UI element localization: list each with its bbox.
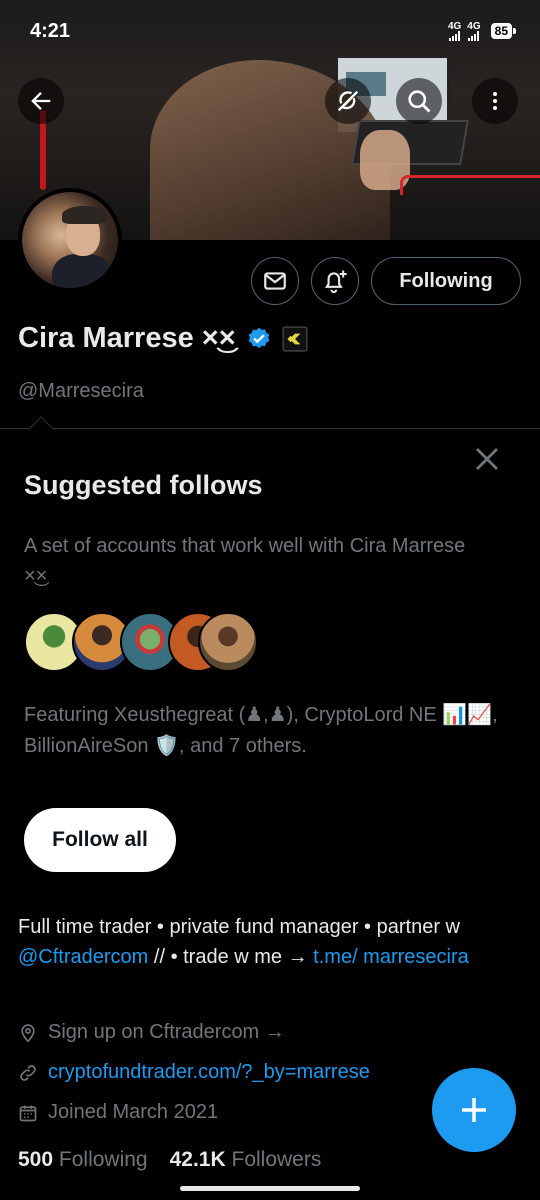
suggested-follows-title: Suggested follows (24, 470, 263, 500)
follow-all-button[interactable]: Follow all (24, 808, 176, 872)
battery-indicator: 85 (490, 23, 517, 39)
status-icons: 4G 4G 85 (448, 21, 517, 41)
message-button[interactable] (251, 257, 299, 305)
network-indicator-1: 4G (448, 21, 461, 41)
location-pin-icon (21, 1023, 35, 1043)
profile-stats: 500 Following 42.1K Followers (18, 1148, 321, 1172)
calendar-icon (19, 1105, 37, 1121)
search-button[interactable] (396, 78, 442, 124)
suggested-avatar[interactable] (198, 612, 258, 672)
caret-pointer (28, 416, 54, 442)
suggested-follows-description: A set of accounts that work well with Ci… (24, 535, 466, 587)
close-icon[interactable] (472, 444, 502, 474)
followers-count-link[interactable]: 42.1K Followers (170, 1148, 322, 1172)
more-button[interactable] (472, 78, 518, 124)
signal-icon (468, 30, 480, 41)
more-vertical-icon (493, 92, 497, 110)
profile-name: Cira Marrese ×͜× (18, 322, 236, 354)
profile-joined: Joined March 2021 (18, 1101, 218, 1124)
affiliate-badge-icon[interactable] (282, 326, 308, 352)
mail-icon (264, 272, 286, 290)
bio-telegram-link[interactable]: t.me/ marresecira (313, 946, 469, 968)
bio-mention-link[interactable]: @Cftradercom (18, 946, 148, 968)
status-time: 4:21 (30, 19, 71, 42)
verified-badge-icon[interactable] (246, 326, 272, 352)
search-icon (408, 90, 431, 113)
back-arrow-icon (31, 92, 51, 110)
compose-button[interactable] (432, 1068, 516, 1152)
website-link[interactable]: cryptofundtrader.com/?_by=marrese (48, 1061, 370, 1084)
back-button[interactable] (18, 78, 64, 124)
plus-icon (462, 1098, 486, 1122)
bell-plus-icon (324, 270, 347, 294)
status-bar: 4:21 4G 4G 85 (0, 0, 540, 62)
avatar[interactable] (18, 188, 122, 292)
following-button[interactable]: Following (371, 257, 521, 305)
profile-website[interactable]: cryptofundtrader.com/?_by=marrese (18, 1061, 370, 1084)
profile-handle: @Marresecira (18, 380, 144, 402)
profile-bio: Full time trader • private fund manager … (18, 916, 469, 968)
notify-button[interactable] (311, 257, 359, 305)
link-icon (20, 1064, 36, 1081)
network-indicator-2: 4G (467, 21, 481, 41)
signal-icon (449, 30, 461, 41)
suggested-featuring-text: Featuring Xeusthegreat (♟,♟), CryptoLord… (24, 704, 498, 757)
home-indicator[interactable] (180, 1186, 360, 1191)
profile-location: Sign up on Cftradercom → (18, 1021, 285, 1044)
profile-name-row: Cira Marrese ×͜× (18, 322, 308, 355)
grok-button[interactable] (325, 78, 371, 124)
grok-icon (337, 90, 359, 112)
section-divider (0, 428, 540, 429)
following-count-link[interactable]: 500 Following (18, 1148, 148, 1172)
